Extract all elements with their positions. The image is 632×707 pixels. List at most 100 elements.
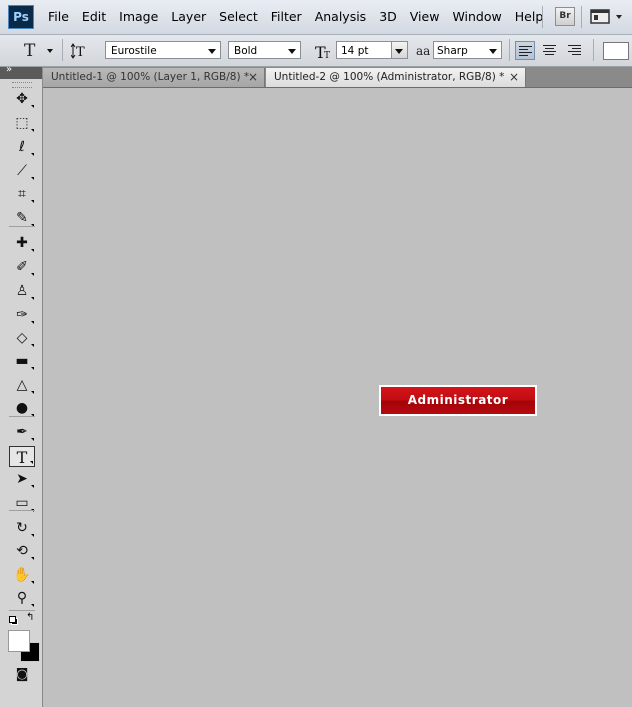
- font-family-value: Eurostile: [111, 45, 157, 57]
- toolbox-divider: [9, 226, 35, 227]
- menu-edit[interactable]: Edit: [76, 9, 112, 24]
- move-tool-icon[interactable]: ✥: [9, 89, 35, 110]
- brush-tool-icon[interactable]: ✐: [9, 257, 35, 278]
- blur-tool-icon[interactable]: △: [9, 375, 35, 396]
- flyout-indicator-icon: [31, 604, 34, 607]
- toolbox-header[interactable]: »: [0, 64, 42, 79]
- menu-select[interactable]: Select: [213, 9, 264, 24]
- foreground-color-swatch[interactable]: [8, 630, 30, 652]
- menu-image[interactable]: Image: [113, 9, 164, 24]
- svg-text:T: T: [76, 45, 85, 59]
- flyout-indicator-icon: [31, 534, 34, 537]
- menu-help[interactable]: Help: [509, 9, 550, 24]
- align-right-button[interactable]: [565, 41, 585, 60]
- collapse-toolbox-icon[interactable]: »: [6, 64, 12, 75]
- menubar-divider: [542, 6, 543, 28]
- text-color-swatch[interactable]: [603, 42, 629, 60]
- tool-preset-dropdown-icon[interactable]: [47, 49, 53, 53]
- clone-stamp-tool-icon[interactable]: ♙: [9, 281, 35, 302]
- menu-view[interactable]: View: [404, 9, 446, 24]
- path-select-tool-icon[interactable]: ➤: [9, 469, 35, 490]
- anti-alias-select[interactable]: Sharp: [433, 41, 502, 59]
- toolbox-divider: [9, 510, 35, 511]
- quick-mask-icon[interactable]: ◙: [9, 664, 35, 685]
- flyout-indicator-icon: [31, 129, 34, 132]
- tab-untitled-2[interactable]: Untitled-2 @ 100% (Administrator, RGB/8)…: [266, 68, 526, 87]
- toolbox-grip[interactable]: [12, 82, 32, 88]
- swap-colors-icon[interactable]: ↰: [26, 612, 34, 623]
- font-size-value: 14 pt: [341, 45, 369, 57]
- pen-tool-icon[interactable]: ✒: [9, 422, 35, 443]
- hand-tool-icon[interactable]: ✋: [9, 565, 35, 586]
- chevron-down-icon: [395, 49, 403, 54]
- crop-tool-icon[interactable]: ⌗: [9, 184, 35, 205]
- menu-layer[interactable]: Layer: [165, 9, 212, 24]
- color-swatches: [8, 630, 40, 662]
- toolbox-divider: [9, 416, 35, 417]
- close-icon[interactable]: ×: [509, 68, 519, 87]
- menu-filter[interactable]: Filter: [265, 9, 308, 24]
- flyout-indicator-icon: [31, 391, 34, 394]
- flyout-indicator-icon: [31, 200, 34, 203]
- flyout-indicator-icon: [31, 344, 34, 347]
- tab-untitled-1[interactable]: Untitled-1 @ 100% (Layer 1, RGB/8) * ×: [43, 68, 265, 87]
- menu-file[interactable]: File: [42, 9, 75, 24]
- chevron-down-icon: [288, 49, 296, 54]
- align-right-icon: [568, 45, 581, 57]
- chevron-down-icon: [489, 49, 497, 54]
- toolbox-panel: » ✥ ⬚ ℓ ⟋ ⌗ ✎ ✚ ✐ ♙ ✑ ◇ ▬ △ ● ✒ T ➤ ▭ ↻ ⟲ ✋ ⚲ ↰ ◙: [0, 64, 43, 707]
- text-orientation-icon[interactable]: T: [71, 43, 89, 59]
- toolbox-divider: [9, 610, 35, 611]
- healing-brush-tool-icon[interactable]: ✚: [9, 233, 35, 254]
- flyout-indicator-icon: [31, 557, 34, 560]
- eraser-tool-icon[interactable]: ◇: [9, 328, 35, 349]
- anti-alias-icon: aa: [416, 44, 431, 58]
- flyout-indicator-icon: [31, 438, 34, 441]
- align-left-button[interactable]: [515, 41, 535, 60]
- default-colors-icon[interactable]: [9, 616, 18, 625]
- administrator-button-label: Administrator: [381, 387, 535, 414]
- close-icon[interactable]: ×: [248, 68, 258, 87]
- tool-preset-icon[interactable]: T: [24, 42, 35, 60]
- flyout-indicator-icon: [31, 581, 34, 584]
- flyout-indicator-icon: [31, 105, 34, 108]
- flyout-indicator-icon: [31, 153, 34, 156]
- font-style-select[interactable]: Bold: [228, 41, 301, 59]
- menu-3d[interactable]: 3D: [373, 9, 403, 24]
- svg-text:T: T: [324, 51, 330, 60]
- lasso-tool-icon[interactable]: ℓ: [9, 137, 35, 158]
- font-family-select[interactable]: Eurostile: [105, 41, 221, 59]
- font-size-select[interactable]: 14 pt: [336, 41, 408, 59]
- flyout-indicator-icon: [31, 485, 34, 488]
- document-canvas[interactable]: Administrator: [43, 88, 632, 707]
- options-divider: [509, 39, 510, 61]
- menu-analysis[interactable]: Analysis: [309, 9, 373, 24]
- 3d-orbit-tool-icon[interactable]: ⟲: [9, 541, 35, 562]
- gradient-tool-icon[interactable]: ▬: [9, 351, 35, 372]
- type-tool-icon[interactable]: T: [9, 446, 35, 467]
- flyout-indicator-icon: [31, 367, 34, 370]
- options-divider: [593, 39, 594, 61]
- anti-alias-value: Sharp: [437, 45, 468, 57]
- align-left-icon: [519, 46, 532, 58]
- screen-mode-icon: [590, 9, 622, 24]
- history-brush-tool-icon[interactable]: ✑: [9, 305, 35, 326]
- photoshop-logo: Ps: [8, 5, 34, 29]
- flyout-indicator-icon: [31, 321, 34, 324]
- bridge-button[interactable]: Br: [555, 7, 575, 26]
- menu-window[interactable]: Window: [446, 9, 507, 24]
- align-center-button[interactable]: [540, 41, 560, 60]
- 3d-rotate-tool-icon[interactable]: ↻: [9, 518, 35, 539]
- zoom-tool-icon[interactable]: ⚲: [9, 588, 35, 609]
- screen-mode-button[interactable]: [590, 7, 626, 25]
- quick-select-tool-icon[interactable]: ⟋: [9, 161, 35, 182]
- administrator-button-graphic: Administrator: [379, 385, 537, 416]
- font-size-icon: T T: [315, 43, 330, 60]
- marquee-tool-icon[interactable]: ⬚: [9, 113, 35, 134]
- flyout-indicator-icon: [31, 297, 34, 300]
- menu-bar: Ps File Edit Image Layer Select Filter A…: [0, 0, 632, 35]
- menubar-divider: [581, 6, 582, 28]
- tab-label: Untitled-1 @ 100% (Layer 1, RGB/8) *: [51, 71, 250, 83]
- flyout-indicator-icon: [30, 461, 33, 464]
- flyout-indicator-icon: [31, 249, 34, 252]
